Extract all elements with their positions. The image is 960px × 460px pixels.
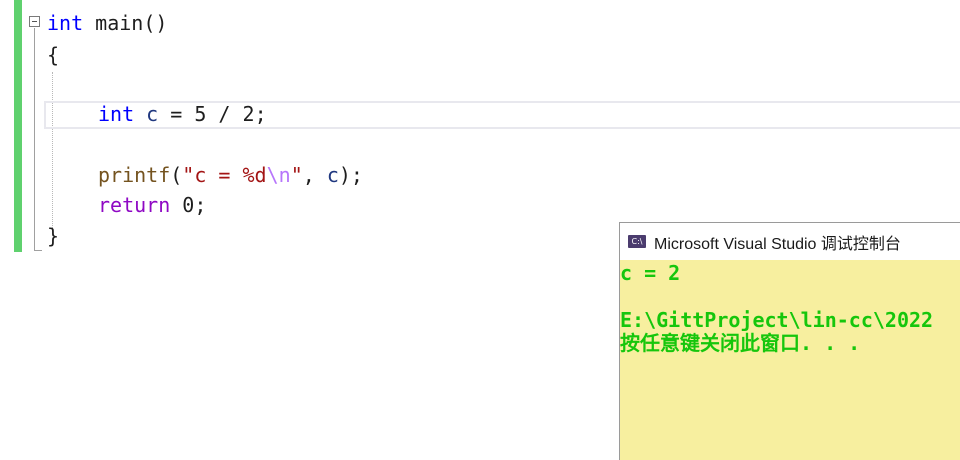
fold-guide-line xyxy=(34,28,35,250)
console-output-line: E:\GittProject\lin-cc\2022 xyxy=(620,308,934,332)
code-line-1[interactable]: int main() xyxy=(47,8,167,38)
debug-console-window[interactable]: C:\ Microsoft Visual Studio 调试控制台 c = 2 … xyxy=(619,222,960,460)
number-literal: 2 xyxy=(242,102,255,126)
variable: c xyxy=(146,102,159,126)
code-line-2[interactable]: { xyxy=(47,40,59,70)
open-brace: { xyxy=(47,43,60,67)
code-line-7[interactable]: return 0; xyxy=(98,190,206,220)
code-line-6[interactable]: printf("c = %d\n", c); xyxy=(98,160,363,190)
string-literal: "c = %d xyxy=(182,163,267,187)
function-name: printf xyxy=(98,163,171,187)
fold-guide-end xyxy=(34,250,42,251)
console-app-icon: C:\ xyxy=(628,235,646,248)
keyword: int xyxy=(47,11,84,35)
variable: c xyxy=(326,163,339,187)
console-titlebar[interactable]: C:\ Microsoft Visual Studio 调试控制台 xyxy=(620,223,960,260)
semicolon: ; xyxy=(254,102,267,126)
keyword: return xyxy=(98,193,171,217)
paren: ); xyxy=(338,163,363,187)
comma: , xyxy=(302,163,327,187)
keyword: int xyxy=(98,102,135,126)
close-brace: } xyxy=(47,224,60,248)
console-output-line: 按任意键关闭此窗口. . . xyxy=(620,331,861,355)
paren: ( xyxy=(170,163,183,187)
operator: = xyxy=(158,102,195,126)
collapse-icon[interactable] xyxy=(29,16,40,27)
number-literal: 0 xyxy=(182,193,195,217)
function-signature: main() xyxy=(83,11,168,35)
string-literal: " xyxy=(290,163,303,187)
semicolon: ; xyxy=(194,193,207,217)
indent-guide xyxy=(52,72,53,232)
code-line-4[interactable]: int c = 5 / 2; xyxy=(98,99,267,129)
change-tracking-bar xyxy=(14,0,22,252)
number-literal: 5 xyxy=(194,102,207,126)
console-title: Microsoft Visual Studio 调试控制台 xyxy=(654,235,901,253)
operator: / xyxy=(206,102,243,126)
escape-sequence: \n xyxy=(266,163,291,187)
console-output-line: c = 2 xyxy=(620,261,681,285)
code-line-8[interactable]: } xyxy=(47,221,59,251)
